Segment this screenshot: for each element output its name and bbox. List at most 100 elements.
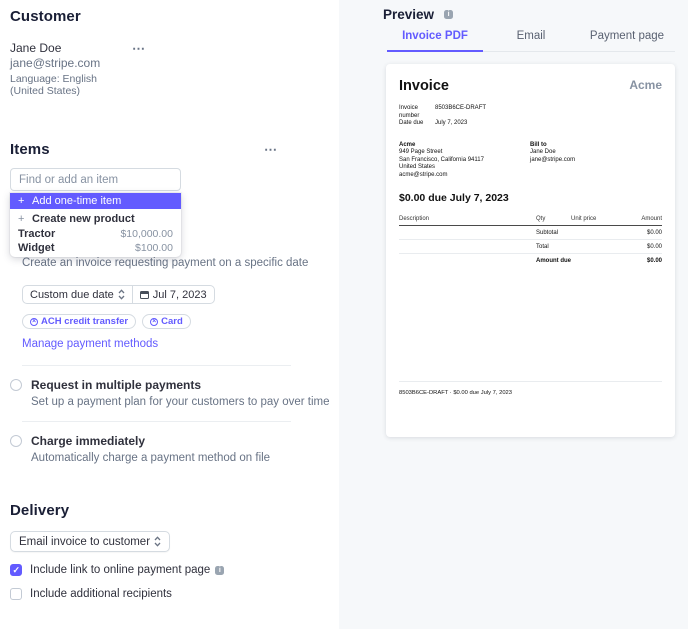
additional-recipients-row[interactable]: Include additional recipients xyxy=(10,588,339,600)
include-payment-page-label: Include link to online payment page xyxy=(30,564,211,576)
tab-payment-page[interactable]: Payment page xyxy=(579,30,675,52)
chevron-updown-icon xyxy=(154,536,161,547)
invoice-date-value: July 7, 2023 xyxy=(435,120,468,126)
total-row: Total $0.00 xyxy=(399,240,662,254)
total-value: $0.00 xyxy=(646,243,662,250)
product-name: Tractor xyxy=(18,227,56,240)
plus-icon: + xyxy=(18,212,25,225)
product-option-tractor[interactable]: Tractor $10,000.00 xyxy=(10,227,181,240)
col-unit-price: Unit price xyxy=(571,216,597,222)
add-one-time-item-option[interactable]: + Add one-time item xyxy=(10,193,181,209)
item-search-input[interactable] xyxy=(10,168,181,191)
col-description: Description xyxy=(399,216,430,222)
divider xyxy=(22,365,291,366)
charge-immediately-radio[interactable] xyxy=(10,435,22,447)
invoice-editor: Customer Jane Doe jane@stripe.com Langua… xyxy=(0,0,688,629)
from-line: 949 Page Street xyxy=(399,149,443,155)
due-date-group: Custom due date Jul 7, 2023 xyxy=(22,285,215,304)
delivery-heading: Delivery xyxy=(10,502,70,519)
items-heading: Items xyxy=(10,141,50,158)
amount-due-row: Amount due $0.00 xyxy=(399,254,662,267)
due-date-select[interactable]: Custom due date xyxy=(23,286,132,303)
product-option-widget[interactable]: Widget $100.00 xyxy=(10,241,181,254)
preview-panel: Preview Invoice PDF Email Payment page I… xyxy=(339,0,688,629)
invoice-due-headline: $0.00 due July 7, 2023 xyxy=(399,192,509,204)
total-label: Total xyxy=(536,243,549,250)
amount-due-value: $0.00 xyxy=(646,257,662,264)
item-search-wrap: + Add one-time item + Create new product… xyxy=(10,168,181,257)
due-date-picker[interactable]: Jul 7, 2023 xyxy=(131,286,214,303)
calendar-icon xyxy=(139,290,149,299)
create-new-product-label: Create new product xyxy=(32,212,135,225)
manage-payment-methods-link[interactable]: Manage payment methods xyxy=(22,338,158,350)
invoice-from-block: Acme 949 Page Street San Francisco, Cali… xyxy=(399,142,530,180)
from-line: United States xyxy=(399,164,436,170)
from-name: Acme xyxy=(399,141,416,148)
customer-heading: Customer xyxy=(10,8,81,25)
delivery-method-value: Email invoice to customer xyxy=(19,535,151,548)
include-payment-page-checkbox[interactable] xyxy=(10,564,22,576)
invoice-number-value: 8503B6CE-DRAFT xyxy=(435,105,487,111)
multiple-payments-option: Request in multiple payments Set up a pa… xyxy=(10,378,339,408)
invoice-number-label: Invoice number xyxy=(399,105,420,119)
invoice-date-label: Date due xyxy=(399,120,424,126)
customer-language: Language: English (United States) xyxy=(10,73,97,97)
invoice-bill-to-block: Bill to Jane Doe jane@stripe.com xyxy=(530,142,575,180)
payment-collection-section: Create an invoice requesting payment on … xyxy=(10,257,339,464)
due-date-value: Jul 7, 2023 xyxy=(152,288,207,301)
items-header: Items xyxy=(10,141,278,158)
delivery-method-select[interactable]: Email invoice to customer xyxy=(10,531,171,552)
info-icon[interactable] xyxy=(444,10,454,19)
invoice-addresses: Acme 949 Page Street San Francisco, Cali… xyxy=(399,142,662,180)
payment-method-ach-pill[interactable]: ACH credit transfer xyxy=(22,314,137,329)
invoice-meta: Invoice number 8503B6CE-DRAFT Date due J… xyxy=(399,105,662,128)
product-price: $100.00 xyxy=(135,241,173,254)
customer-name: Jane Doe xyxy=(10,41,62,55)
payment-method-label: ACH credit transfer xyxy=(41,316,129,327)
subtotal-label: Subtotal xyxy=(536,229,559,236)
invoice-pdf-preview: Invoice Acme Invoice number 8503B6CE-DRA… xyxy=(386,64,675,437)
charge-immediately-label: Charge immediately xyxy=(31,434,146,448)
payment-method-label: Card xyxy=(161,316,183,327)
col-qty: Qty xyxy=(536,216,546,222)
tab-invoice-pdf[interactable]: Invoice PDF xyxy=(387,30,483,52)
amount-due-label: Amount due xyxy=(536,257,571,264)
payment-method-pills: ACH credit transfer Card xyxy=(22,314,339,329)
include-payment-page-row[interactable]: Include link to online payment page xyxy=(10,564,339,576)
editor-panel: Customer Jane Doe jane@stripe.com Langua… xyxy=(0,0,339,629)
tab-email[interactable]: Email xyxy=(483,30,579,52)
col-amount: Amount xyxy=(641,216,662,222)
create-new-product-option[interactable]: + Create new product xyxy=(10,211,181,226)
plus-icon: + xyxy=(18,195,25,207)
multiple-payments-label: Request in multiple payments xyxy=(31,378,202,392)
subtotal-value: $0.00 xyxy=(646,229,662,236)
charge-immediately-option: Charge immediately Automatically charge … xyxy=(10,434,339,464)
product-name: Widget xyxy=(18,241,55,254)
remove-circle-icon[interactable] xyxy=(150,317,159,326)
charge-immediately-description: Automatically charge a payment method on… xyxy=(31,452,271,464)
multiple-payments-description: Set up a payment plan for your customers… xyxy=(31,396,330,408)
bill-to-email: jane@stripe.com xyxy=(530,156,576,163)
info-icon[interactable] xyxy=(215,565,225,575)
customer-block: Jane Doe jane@stripe.com Language: Engli… xyxy=(10,41,339,97)
additional-recipients-label: Include additional recipients xyxy=(30,588,172,600)
invoice-brand: Acme xyxy=(629,78,662,92)
divider xyxy=(22,421,291,422)
payment-helper-text: Create an invoice requesting payment on … xyxy=(22,257,309,269)
item-dropdown: + Add one-time item + Create new product… xyxy=(10,193,181,257)
from-line: acme@stripe.com xyxy=(399,171,448,178)
customer-overflow-menu-icon[interactable] xyxy=(132,44,146,97)
items-overflow-menu-icon[interactable] xyxy=(264,145,278,155)
bill-to-name: Jane Doe xyxy=(530,149,556,155)
remove-circle-icon[interactable] xyxy=(30,317,38,326)
due-date-select-value: Custom due date xyxy=(30,288,114,301)
product-price: $10,000.00 xyxy=(120,227,173,240)
preview-tabs: Invoice PDF Email Payment page xyxy=(387,30,688,52)
additional-recipients-checkbox[interactable] xyxy=(10,588,22,600)
from-line: San Francisco, California 94117 xyxy=(399,156,484,163)
subtotal-row: Subtotal $0.00 xyxy=(399,226,662,240)
customer-email: jane@stripe.com xyxy=(10,56,101,70)
payment-method-card-pill[interactable]: Card xyxy=(142,314,191,329)
invoice-title: Invoice xyxy=(399,78,449,94)
multiple-payments-radio[interactable] xyxy=(10,379,22,391)
